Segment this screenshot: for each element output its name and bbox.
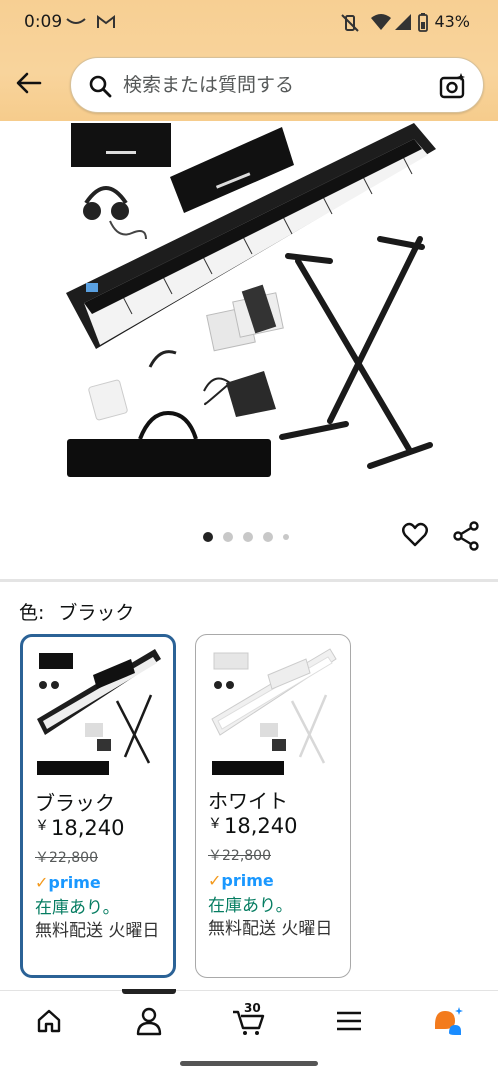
nav-account[interactable] xyxy=(129,1004,169,1038)
option-thumbnail xyxy=(211,648,337,775)
battery-percent: 43% xyxy=(434,12,470,31)
option-thumbnail xyxy=(37,649,161,775)
active-tab-indicator xyxy=(122,989,176,994)
color-variation-label: 色: ブラック xyxy=(19,598,134,625)
pagination-dot[interactable] xyxy=(203,532,213,542)
signal-icon xyxy=(395,14,411,30)
back-arrow-icon[interactable] xyxy=(14,68,44,98)
gesture-bar[interactable] xyxy=(180,1061,318,1066)
home-icon xyxy=(37,1009,61,1033)
nav-home[interactable] xyxy=(29,1004,69,1038)
nav-menu[interactable] xyxy=(329,1004,369,1038)
pagination-dot[interactable] xyxy=(223,532,233,542)
wifi-icon xyxy=(371,14,391,30)
missed-call-icon xyxy=(66,18,86,24)
nav-rufus[interactable] xyxy=(428,1004,468,1038)
list-price: ￥22,800 xyxy=(208,848,271,864)
section-divider xyxy=(0,579,498,582)
prime-badge: ✓prime xyxy=(208,871,274,890)
currency-symbol: ￥ xyxy=(208,816,222,832)
color-option-white[interactable]: ホワイト ￥18,240 ￥22,800 ✓prime 在庫あり。 無料配送 火… xyxy=(195,634,351,978)
stock-status: 在庫あり。 xyxy=(208,896,293,916)
rufus-icon xyxy=(435,1007,463,1035)
pagination-dot[interactable] xyxy=(243,532,253,542)
menu-icon xyxy=(337,1011,361,1031)
list-price: ￥22,800 xyxy=(35,850,98,866)
cart-count: 30 xyxy=(244,1001,261,1015)
option-price: ￥18,240 xyxy=(208,813,297,838)
prime-check-icon: ✓ xyxy=(35,873,49,892)
selected-color: ブラック xyxy=(58,602,135,624)
camera-sparkle-icon[interactable] xyxy=(439,72,467,100)
vibrate-off-icon xyxy=(341,14,359,32)
prime-label: prime xyxy=(48,873,101,892)
image-pagination xyxy=(203,531,289,543)
stock-status: 在庫あり。 xyxy=(35,898,120,918)
status-bar: 0:09 43% xyxy=(0,0,498,46)
shipping-info: 無料配送 火曜日 xyxy=(35,921,160,941)
price-value: 18,240 xyxy=(51,816,125,840)
search-bar[interactable] xyxy=(70,57,484,113)
battery-icon xyxy=(418,13,428,32)
status-time: 0:09 xyxy=(24,12,63,32)
search-input[interactable] xyxy=(123,70,423,100)
pagination-dot[interactable] xyxy=(283,534,289,540)
color-option-black[interactable]: ブラック ￥18,240 ￥22,800 ✓prime 在庫あり。 無料配送 火… xyxy=(20,634,176,978)
share-icon[interactable] xyxy=(452,521,480,551)
option-name: ブラック xyxy=(35,791,115,815)
price-value: 18,240 xyxy=(224,814,298,838)
pagination-dot[interactable] xyxy=(263,532,273,542)
prime-check-icon: ✓ xyxy=(208,871,222,890)
account-icon xyxy=(136,1007,162,1036)
currency-symbol: ￥ xyxy=(35,818,49,834)
product-photo xyxy=(66,123,436,477)
product-image[interactable] xyxy=(0,121,498,521)
prime-badge: ✓prime xyxy=(35,873,101,892)
option-name: ホワイト xyxy=(208,789,288,813)
gmail-icon xyxy=(97,15,115,28)
color-label-prefix: 色: xyxy=(19,602,45,624)
heart-icon[interactable] xyxy=(401,521,429,549)
shipping-info: 無料配送 火曜日 xyxy=(208,919,333,939)
top-header: 0:09 43% xyxy=(0,0,498,121)
prime-label: prime xyxy=(221,871,274,890)
option-price: ￥18,240 xyxy=(35,815,124,840)
search-icon[interactable] xyxy=(88,74,112,98)
